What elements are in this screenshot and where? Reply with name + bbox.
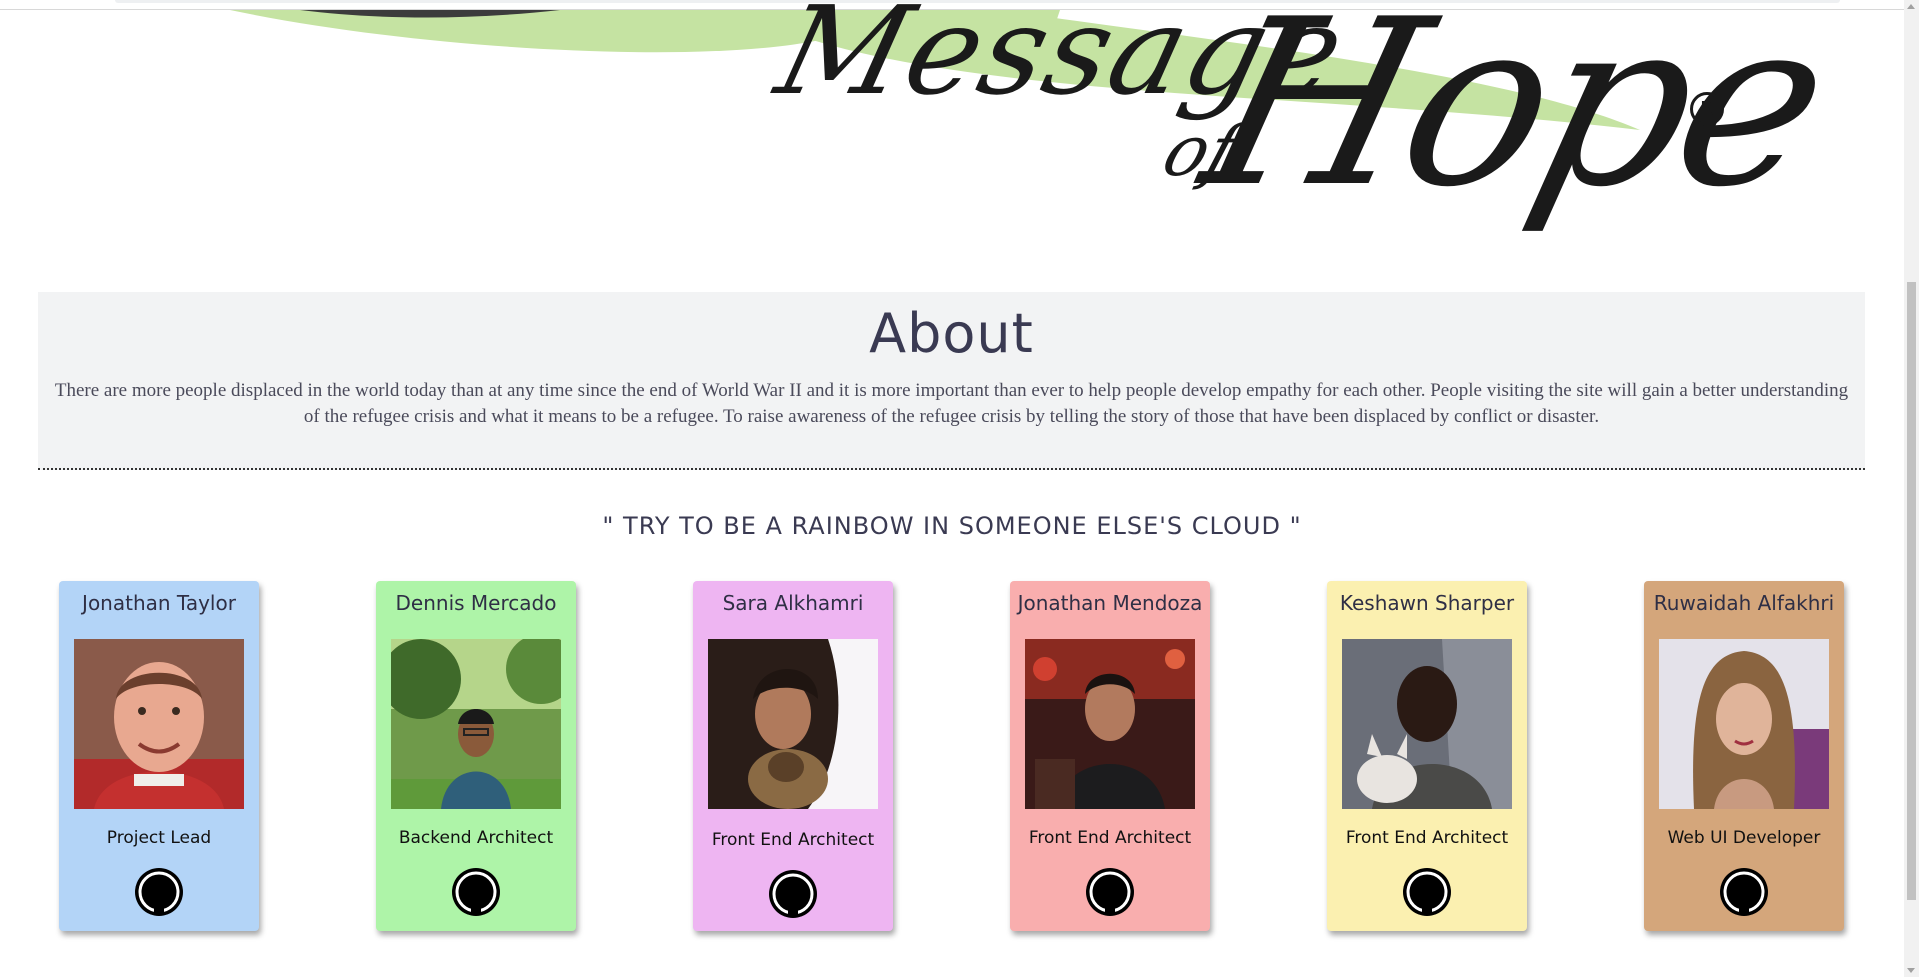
member-photo xyxy=(74,639,244,809)
github-icon[interactable] xyxy=(133,866,185,918)
github-icon[interactable] xyxy=(1084,866,1136,918)
page-viewport: Message of Hope R About There are more p… xyxy=(0,0,1904,977)
github-icon[interactable] xyxy=(450,866,502,918)
page-scrollbar[interactable] xyxy=(1904,0,1919,977)
team-card-ruwaidah-alfakhri: Ruwaidah Alfakhri Web UI Developer xyxy=(1644,581,1844,931)
member-photo xyxy=(708,639,878,809)
message-of-hope-logo: Message of Hope R xyxy=(0,0,1904,270)
member-role: Backend Architect xyxy=(398,828,554,848)
member-role: Web UI Developer xyxy=(1667,828,1821,848)
member-name: Sara Alkhamri xyxy=(722,591,864,615)
member-photo xyxy=(1025,639,1195,809)
member-name: Ruwaidah Alfakhri xyxy=(1653,591,1835,615)
team-card-sara-alkhamri: Sara Alkhamri Front End Architect xyxy=(693,581,893,931)
member-name: Jonathan Mendoza xyxy=(1017,591,1203,615)
member-role: Project Lead xyxy=(106,828,212,848)
member-photo xyxy=(1342,639,1512,809)
github-icon[interactable] xyxy=(1718,866,1770,918)
team-card-keshawn-sharper: Keshawn Sharper Front End Architect xyxy=(1327,581,1527,931)
scroll-up-arrow-icon[interactable] xyxy=(1907,4,1915,9)
about-body: There are more people displaced in the w… xyxy=(54,380,1849,427)
github-icon[interactable] xyxy=(1401,866,1453,918)
member-name: Jonathan Taylor xyxy=(82,591,236,615)
github-icon[interactable] xyxy=(767,868,819,920)
logo-word-hope: Hope xyxy=(1183,0,1849,238)
member-role: Front End Architect xyxy=(1028,828,1192,848)
about-title: About xyxy=(869,302,1034,365)
team-cards: Jonathan Taylor Project Lead Dennis Merc… xyxy=(0,581,1904,931)
member-photo xyxy=(391,639,561,809)
member-name: Keshawn Sharper xyxy=(1339,591,1515,615)
team-card-jonathan-mendoza: Jonathan Mendoza Front End Architect xyxy=(1010,581,1210,931)
scrollbar-thumb[interactable] xyxy=(1907,282,1916,900)
member-role: Front End Architect xyxy=(1345,828,1509,848)
rainbow-quote: " TRY TO BE A RAINBOW IN SOMEONE ELSE'S … xyxy=(602,512,1302,540)
member-photo xyxy=(1659,639,1829,809)
about-section: About There are more people displaced in… xyxy=(38,292,1865,470)
member-name: Dennis Mercado xyxy=(395,591,557,615)
scroll-down-arrow-icon[interactable] xyxy=(1907,968,1915,973)
registered-mark-icon: R xyxy=(1690,92,1724,126)
team-card-jonathan-taylor: Jonathan Taylor Project Lead xyxy=(59,581,259,931)
member-role: Front End Architect xyxy=(711,830,875,850)
team-card-dennis-mercado: Dennis Mercado Backend Architect xyxy=(376,581,576,931)
